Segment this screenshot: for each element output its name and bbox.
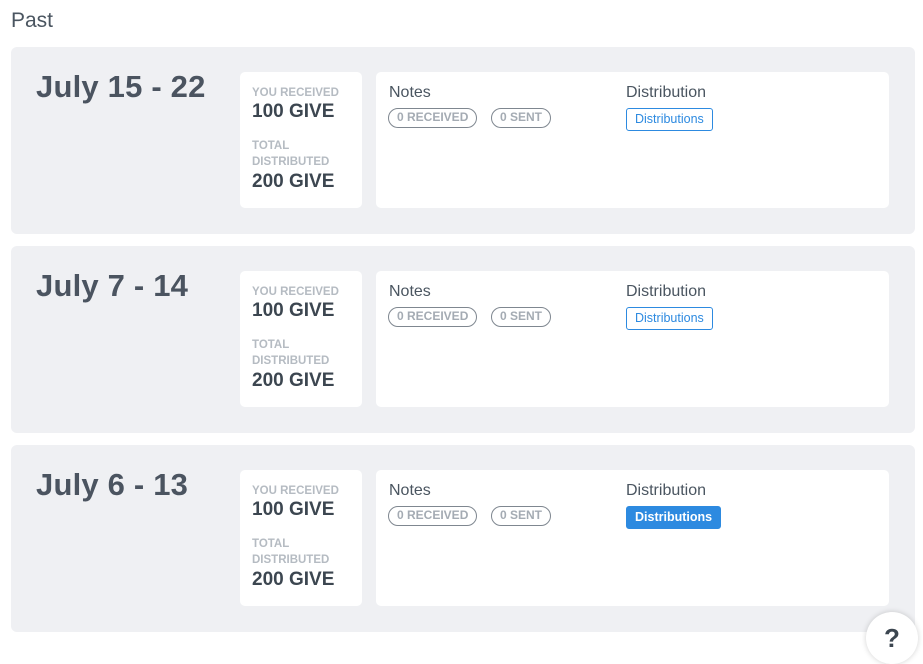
notes-received-pill[interactable]: 0 RECEIVED bbox=[388, 307, 478, 327]
help-icon: ? bbox=[884, 623, 900, 653]
epoch-date-range: July 15 - 22 bbox=[36, 69, 206, 104]
epoch-card: July 7 - 14 YOU RECEIVED 100 GIVE TOTAL … bbox=[11, 246, 915, 433]
distributions-button[interactable]: Distributions bbox=[626, 108, 713, 131]
total-distributed-value: 200 GIVE bbox=[252, 171, 335, 192]
notes-sent-pill[interactable]: 0 SENT bbox=[491, 506, 552, 526]
epoch-date-range: July 6 - 13 bbox=[36, 467, 189, 502]
total-label: TOTAL bbox=[252, 140, 290, 152]
distributions-button[interactable]: Distributions bbox=[626, 506, 722, 529]
epoch-details-panel: Notes 0 RECEIVED 0 SENT Distribution Dis… bbox=[376, 72, 889, 208]
you-received-label: YOU RECEIVED bbox=[252, 286, 339, 298]
you-received-label: YOU RECEIVED bbox=[252, 87, 339, 99]
distribution-label: Distribution bbox=[626, 283, 707, 300]
total-distributed-value: 200 GIVE bbox=[252, 569, 335, 590]
epoch-stats-panel: YOU RECEIVED 100 GIVE TOTAL DISTRIBUTED … bbox=[240, 470, 362, 606]
you-received-value: 100 GIVE bbox=[252, 101, 335, 122]
epoch-card: July 15 - 22 YOU RECEIVED 100 GIVE TOTAL… bbox=[11, 47, 915, 234]
distribution-label: Distribution bbox=[626, 482, 707, 499]
epoch-stats-panel: YOU RECEIVED 100 GIVE TOTAL DISTRIBUTED … bbox=[240, 72, 362, 208]
total-label: TOTAL bbox=[252, 538, 290, 550]
distribution-label: Distribution bbox=[626, 84, 707, 101]
notes-label: Notes bbox=[389, 84, 431, 101]
distributions-button[interactable]: Distributions bbox=[626, 307, 713, 330]
you-received-label: YOU RECEIVED bbox=[252, 485, 339, 497]
distributed-label: DISTRIBUTED bbox=[252, 156, 330, 168]
you-received-value: 100 GIVE bbox=[252, 300, 335, 321]
section-title-past: Past bbox=[11, 9, 54, 32]
notes-received-pill[interactable]: 0 RECEIVED bbox=[388, 506, 478, 526]
epoch-details-panel: Notes 0 RECEIVED 0 SENT Distribution Dis… bbox=[376, 271, 889, 407]
distributed-label: DISTRIBUTED bbox=[252, 554, 330, 566]
you-received-value: 100 GIVE bbox=[252, 499, 335, 520]
notes-label: Notes bbox=[389, 482, 431, 499]
distributed-label: DISTRIBUTED bbox=[252, 355, 330, 367]
epoch-card: July 6 - 13 YOU RECEIVED 100 GIVE TOTAL … bbox=[11, 445, 915, 632]
notes-sent-pill[interactable]: 0 SENT bbox=[491, 307, 552, 327]
total-distributed-value: 200 GIVE bbox=[252, 370, 335, 391]
notes-sent-pill[interactable]: 0 SENT bbox=[491, 108, 552, 128]
epoch-details-panel: Notes 0 RECEIVED 0 SENT Distribution Dis… bbox=[376, 470, 889, 606]
notes-label: Notes bbox=[389, 283, 431, 300]
notes-received-pill[interactable]: 0 RECEIVED bbox=[388, 108, 478, 128]
epoch-date-range: July 7 - 14 bbox=[36, 268, 189, 303]
help-button[interactable]: ? bbox=[866, 612, 918, 664]
epoch-stats-panel: YOU RECEIVED 100 GIVE TOTAL DISTRIBUTED … bbox=[240, 271, 362, 407]
total-label: TOTAL bbox=[252, 339, 290, 351]
